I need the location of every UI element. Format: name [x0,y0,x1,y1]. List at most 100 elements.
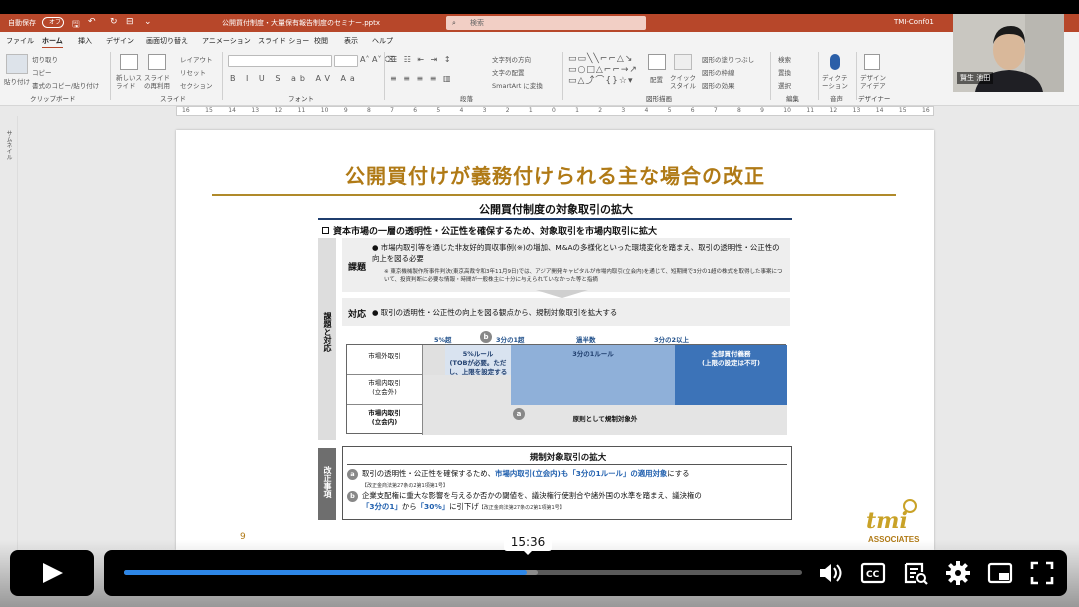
undo-icon[interactable]: ↶ [88,17,96,27]
amendment-side-text: 改正事項 [323,466,332,498]
ruler-tick-label: 11 [806,107,815,114]
volume-icon[interactable] [817,560,843,586]
svg-text:CC: CC [866,570,880,580]
search-box[interactable]: ⌕ 検索 [446,16,646,30]
present-icon[interactable]: ⊟ [126,17,134,27]
amendment-panel: 規制対象取引の拡大 a 取引の透明性・公正性を確保するため、市場内取引(立会内)も… [342,446,792,520]
amendment-side-label: 改正事項 [318,448,336,520]
issue-heading: 課題 [348,263,367,273]
ruler-tick-label: 15 [898,107,907,114]
ruler-tick-label: 4 [644,107,649,114]
tab-transitions[interactable]: 画面切り替え [146,36,188,46]
divider [562,52,563,100]
picture-in-picture-icon[interactable] [987,560,1013,586]
shape-outline-button[interactable]: 図形の枠線 [702,67,735,77]
copy-button[interactable]: コピー [32,67,52,77]
ruler-tick-label: 13 [852,107,861,114]
seek-bar[interactable] [124,570,802,575]
tab-animations[interactable]: アニメーション [202,36,251,46]
search-placeholder: 検索 [470,19,484,27]
text-direction-button[interactable]: 文字列の方向 [492,54,531,64]
save-icon[interactable]: 🖫 [72,17,80,33]
cut-button[interactable]: 切り取り [32,54,58,64]
microphone-icon[interactable] [830,54,840,70]
font-size-select[interactable] [334,55,358,67]
captions-icon[interactable]: CC [860,560,886,586]
tab-help[interactable]: ヘルプ [372,36,393,46]
divider [818,52,819,100]
smartart-button[interactable]: SmartArt に変換 [492,80,543,90]
ruler-tick-label: 14 [875,107,884,114]
list-buttons[interactable]: ☰ ☷ ⇤ ⇥ ↕ [390,55,453,64]
section-button[interactable]: セクション [180,80,213,90]
badge-a-icon: a [347,469,358,480]
arrange-icon[interactable] [648,54,666,70]
slide-subtitle: 公開買付制度の対象取引の拡大 [479,203,633,216]
new-slide-button[interactable]: 新しいスライド [116,74,146,90]
slide-title: 公開買付けが義務付けられる主な場合の改正 [345,164,765,188]
badge-a-icon: a [513,408,525,420]
transcript-icon[interactable] [903,560,929,586]
response-panel: 対応 ● 取引の透明性・公正性の向上を図る観点から、規制対象取引を拡大する [342,298,790,326]
quick-styles-button[interactable]: クイック スタイル [670,74,698,90]
ruler-tick-label: 1 [528,107,533,114]
all-buy-cell: 全部買付義務 (上限の設定は不可) [675,345,787,375]
align-text-button[interactable]: 文字の配置 [492,67,525,77]
row2-mid-cell [511,375,675,405]
divider [856,52,857,100]
align-buttons[interactable]: ≡ ≡ ≡ ≡ ▥ [390,74,453,83]
fullscreen-icon[interactable] [1029,560,1055,586]
play-icon [43,563,63,583]
design-ideas-button[interactable]: デザイン アイデア [860,74,888,90]
scale-third: 3分の1超 [496,336,525,344]
select-button[interactable]: 選択 [778,80,791,90]
customize-qat-icon[interactable]: ⌄ [144,17,152,27]
item-a-pre: 取引の透明性・公正性を確保するため、 [362,469,496,478]
item-a-post: にする [667,469,690,478]
find-button[interactable]: 検索 [778,54,791,64]
ruler-tick-label: 11 [297,107,306,114]
paste-button[interactable]: 貼り付け [4,76,30,86]
autosave-toggle[interactable]: オフ [42,17,64,28]
shape-effects-button[interactable]: 図形の効果 [702,80,735,90]
tab-file[interactable]: ファイル [6,36,34,46]
thumbnail-pane[interactable]: サムネイル [0,116,18,556]
font-format-buttons[interactable]: B I U S ab AV Aa [230,74,359,83]
font-family-select[interactable] [228,55,332,67]
table-row: 市場内取引 (立会内) 原則として規制対象外 a [347,405,787,435]
arrange-button[interactable]: 配置 [650,74,663,84]
reset-button[interactable]: リセット [180,67,206,77]
scale-half: 過半数 [576,336,596,344]
slide-canvas[interactable]: 公開買付けが義務付けられる主な場合の改正 公開買付制度の対象取引の拡大 資本市場… [176,130,934,550]
shape-fill-button[interactable]: 図形の塗りつぶし [702,54,754,64]
tab-view[interactable]: 表示 [344,36,358,46]
format-painter-button[interactable]: 書式のコピー/貼り付け [32,80,99,90]
ribbon-tabs: ファイル ホーム 挿入 デザイン 画面切り替え アニメーション スライド ショー… [0,32,1079,49]
tab-insert[interactable]: 挿入 [78,36,92,46]
row-label: 市場外取引 [347,345,423,375]
new-slide-icon[interactable] [120,54,138,70]
shapes-gallery[interactable]: ▭▭╲╲⌐⌐△↘ ▭○□△⌐⌐→↗ ▭△⤴⌒{}☆▾ [568,54,638,87]
designer-group-label: デザイナー [858,95,891,103]
account-name[interactable]: TMI-Conf01 [894,18,934,26]
rule-5-cell: 5%ルール (TOBが必要。ただし、上限を設定するTOBも可) [445,345,511,385]
play-button[interactable] [10,550,94,596]
replace-button[interactable]: 置換 [778,67,791,77]
item-b-blue2: 「30%」 [416,502,450,511]
redo-icon[interactable]: ↻ [110,17,118,27]
tab-design[interactable]: デザイン [106,36,134,46]
designer-icon[interactable] [864,54,880,70]
quick-styles-icon[interactable] [674,54,692,70]
ruler-tick-label: 9 [760,107,764,114]
tab-slideshow[interactable]: スライド ショー [258,36,309,46]
paste-icon[interactable] [6,54,28,74]
dictate-button[interactable]: ディクテーション [822,74,854,90]
lead-text: 資本市場の一層の透明性・公正性を確保するため、対象取引を市場内取引に拡大 [333,227,658,237]
tab-review[interactable]: 校閲 [314,36,328,46]
item-b-ref: 【改正金商法第27条の2第1項第1号】 [478,505,565,511]
ruler-tick-label: 10 [783,107,791,114]
layout-button[interactable]: レイアウト [180,54,213,64]
reuse-slides-button[interactable]: スライドの再利用 [144,74,174,90]
reuse-slides-icon[interactable] [148,54,166,70]
settings-gear-icon[interactable] [945,560,971,586]
